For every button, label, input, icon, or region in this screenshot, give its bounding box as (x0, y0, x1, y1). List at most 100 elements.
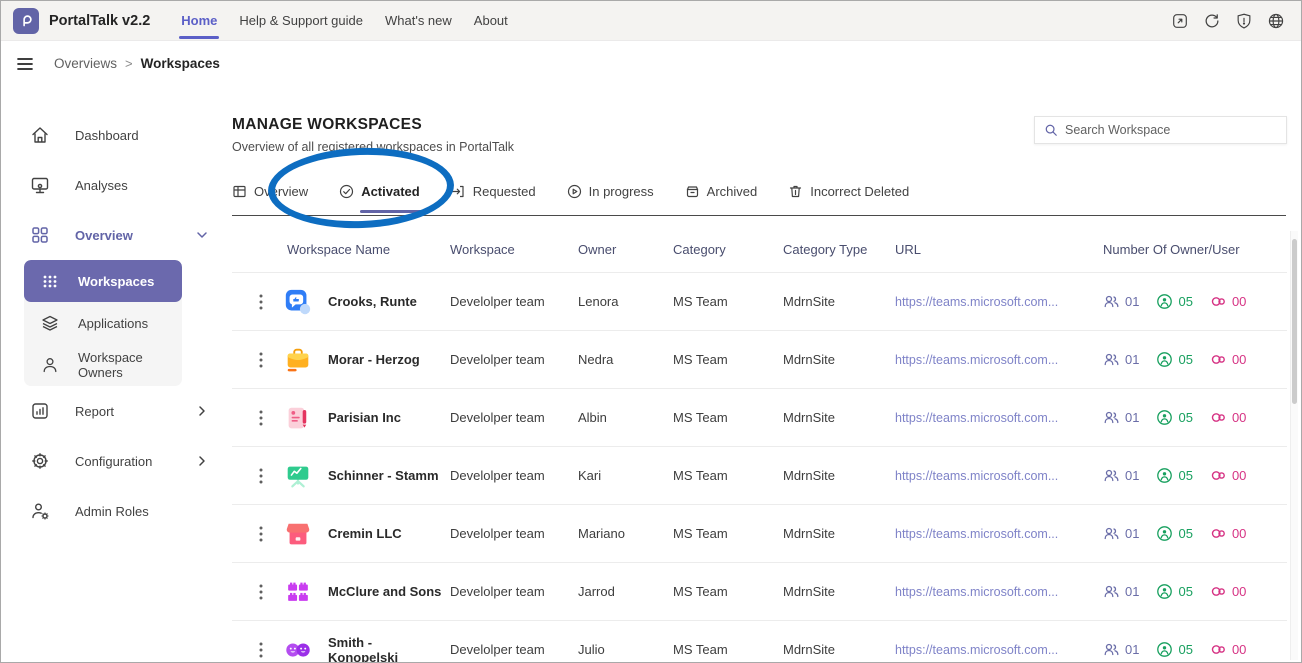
cell-url-link[interactable]: https://teams.microsoft.com... (895, 643, 1103, 657)
cell-url-link[interactable]: https://teams.microsoft.com... (895, 527, 1103, 541)
cell-category-type: MdrnSite (783, 468, 895, 483)
owners-count: 01 (1125, 642, 1139, 657)
cell-workspace-name: Morar - Herzog (328, 352, 450, 367)
users-count-icon (1156, 293, 1173, 310)
cell-url-link[interactable]: https://teams.microsoft.com... (895, 295, 1103, 309)
tab-requested[interactable]: Requested (451, 176, 536, 206)
table-row[interactable]: McClure and Sons Develolper team Jarrod … (232, 562, 1287, 620)
cell-workspace-name: McClure and Sons (328, 584, 450, 599)
globe-icon[interactable] (1267, 12, 1285, 30)
shield-icon[interactable] (1235, 12, 1253, 30)
cell-owner: Lenora (578, 294, 673, 309)
sidebar-item-overview[interactable]: Overview (1, 210, 223, 260)
breadcrumb-bar: Overviews > Workspaces (1, 41, 1301, 86)
cell-workspace-name: Schinner - Stamm (328, 468, 450, 483)
row-menu-icon[interactable] (232, 642, 276, 658)
cell-category: MS Team (673, 352, 783, 367)
store-workspace-icon (283, 519, 313, 549)
links-count: 00 (1232, 468, 1246, 483)
row-menu-icon[interactable] (232, 294, 276, 310)
sidebar-item-workspaces[interactable]: Workspaces (24, 260, 182, 302)
nav-item-home[interactable]: Home (170, 1, 228, 41)
sidebar-item-configuration[interactable]: Configuration (1, 436, 223, 486)
links-count: 00 (1232, 642, 1246, 657)
links-count-icon (1210, 583, 1227, 600)
cell-counts: 01 05 00 (1103, 351, 1287, 368)
table-row[interactable]: Crooks, Runte Develolper team Lenora MS … (232, 272, 1287, 330)
search-input[interactable] (1065, 123, 1277, 137)
cell-counts: 01 05 00 (1103, 467, 1287, 484)
cell-url-link[interactable]: https://teams.microsoft.com... (895, 411, 1103, 425)
table-row[interactable]: Schinner - Stamm Develolper team Kari MS… (232, 446, 1287, 504)
cell-owner: Kari (578, 468, 673, 483)
app-title: PortalTalk v2.2 (49, 13, 150, 29)
users-count-icon (1156, 525, 1173, 542)
scrollbar-thumb[interactable] (1292, 239, 1297, 404)
nav-item-about[interactable]: About (463, 1, 519, 41)
sidebar-item-applications[interactable]: Applications (24, 302, 182, 344)
breadcrumb-parent[interactable]: Overviews (54, 56, 117, 71)
cell-workspace-name: Smith - Konopelski (328, 635, 450, 663)
page-title: MANAGE WORKSPACES (232, 116, 514, 134)
tab-overview[interactable]: Overview (232, 176, 308, 206)
breadcrumb: Overviews > Workspaces (54, 56, 220, 71)
sidebar-item-label: Analyses (75, 178, 209, 193)
sidebar-item-admin-roles[interactable]: Admin Roles (1, 486, 223, 536)
scrollbar-track[interactable] (1290, 231, 1298, 660)
sidebar-item-analyses[interactable]: Analyses (1, 160, 223, 210)
cell-owner: Julio (578, 642, 673, 657)
column-header-owner: Owner (578, 242, 673, 257)
sidebar-item-label: Admin Roles (75, 504, 209, 519)
table-row[interactable]: Smith - Konopelski Develolper team Julio… (232, 620, 1287, 663)
users-count: 05 (1178, 294, 1192, 309)
cell-url-link[interactable]: https://teams.microsoft.com... (895, 353, 1103, 367)
owners-count: 01 (1125, 526, 1139, 541)
table-icon (232, 184, 247, 199)
row-menu-icon[interactable] (232, 584, 276, 600)
links-count-icon (1210, 525, 1227, 542)
table-row[interactable]: Cremin LLC Develolper team Mariano MS Te… (232, 504, 1287, 562)
table-header-row: Workspace Name Workspace Owner Category … (232, 226, 1287, 272)
cell-category-type: MdrnSite (783, 410, 895, 425)
tab-in-progress[interactable]: In progress (567, 176, 654, 206)
links-count-icon (1210, 293, 1227, 310)
sidebar-item-label: Applications (78, 316, 148, 331)
refresh-icon[interactable] (1203, 12, 1221, 30)
row-menu-icon[interactable] (232, 410, 276, 426)
popout-icon[interactable] (1171, 12, 1189, 30)
tab-label: Archived (707, 184, 758, 199)
search-box[interactable] (1034, 116, 1287, 144)
row-menu-icon[interactable] (232, 468, 276, 484)
cell-url-link[interactable]: https://teams.microsoft.com... (895, 469, 1103, 483)
row-menu-icon[interactable] (232, 352, 276, 368)
cell-url-link[interactable]: https://teams.microsoft.com... (895, 585, 1103, 599)
cell-workspace: Develolper team (450, 584, 578, 599)
tab-bar: Overview Activated Requested (232, 176, 1287, 206)
sidebar-item-dashboard[interactable]: Dashboard (1, 110, 223, 160)
nav-item-whats-new[interactable]: What's new (374, 1, 463, 41)
links-count-icon (1210, 467, 1227, 484)
sidebar-item-label: Report (75, 404, 170, 419)
person-icon (41, 356, 59, 374)
tab-activated[interactable]: Activated (339, 176, 420, 206)
nav-item-help-support[interactable]: Help & Support guide (228, 1, 374, 41)
gear-icon (30, 451, 50, 471)
tab-incorrect-deleted[interactable]: Incorrect Deleted (788, 176, 909, 206)
cell-category: MS Team (673, 584, 783, 599)
hamburger-menu-icon[interactable] (15, 54, 35, 74)
table-row[interactable]: Morar - Herzog Develolper team Nedra MS … (232, 330, 1287, 388)
sidebar-item-workspace-owners[interactable]: Workspace Owners (24, 344, 182, 386)
users-count-icon (1156, 409, 1173, 426)
page-subtitle: Overview of all registered workspaces in… (232, 140, 514, 154)
table-row[interactable]: Parisian Inc Develolper team Albin MS Te… (232, 388, 1287, 446)
owners-count-icon (1103, 525, 1120, 542)
grid-icon (30, 225, 50, 245)
row-menu-icon[interactable] (232, 526, 276, 542)
layers-icon (41, 314, 59, 332)
tab-archived[interactable]: Archived (685, 176, 758, 206)
links-count: 00 (1232, 526, 1246, 541)
dots-grid-icon (41, 272, 59, 290)
column-header-category-type: Category Type (783, 242, 895, 257)
sidebar-item-report[interactable]: Report (1, 386, 223, 436)
check-circle-icon (339, 184, 354, 199)
